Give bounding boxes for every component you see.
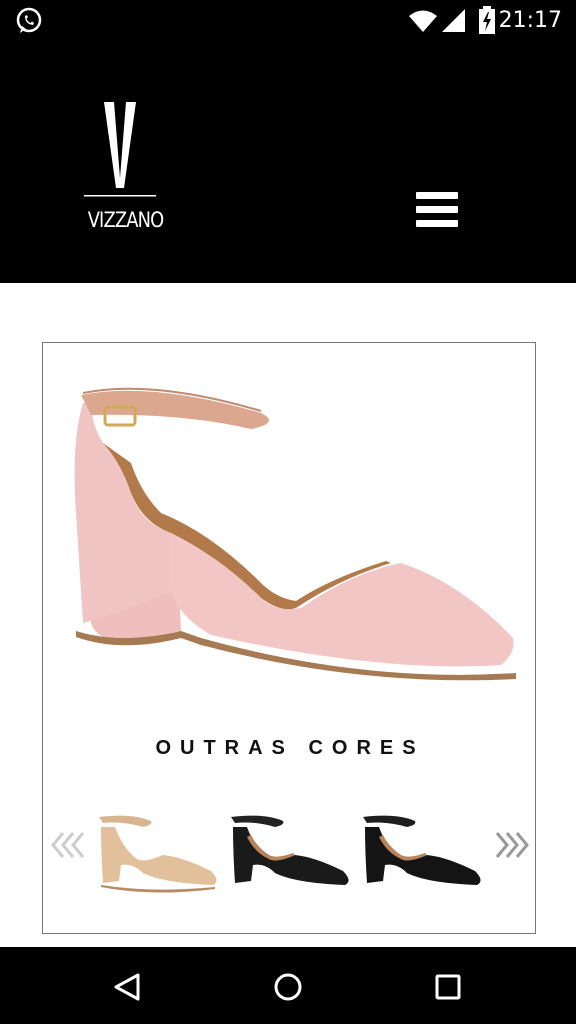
back-triangle-icon[interactable] <box>108 967 148 1007</box>
brand-name: VIZZANO <box>87 208 164 232</box>
color-swatch-black-suede[interactable] <box>357 813 485 899</box>
chevrons-right-icon[interactable] <box>491 825 531 865</box>
battery-charging-icon <box>479 6 495 34</box>
cell-signal-icon <box>442 9 465 32</box>
color-swatch-nude[interactable] <box>93 813 221 899</box>
site-header: VIZZANO <box>0 42 576 283</box>
other-colors-title: OUTRAS CORES <box>155 737 425 759</box>
product-card: OUTRAS CORES <box>42 342 536 934</box>
whatsapp-icon <box>16 7 42 33</box>
android-nav-bar <box>0 947 576 1024</box>
brand-logo[interactable]: VIZZANO <box>82 100 164 232</box>
product-image[interactable] <box>61 383 523 693</box>
color-carousel <box>43 813 537 913</box>
status-time: 21:17 <box>498 8 562 33</box>
status-bar: 21:17 <box>0 0 576 42</box>
wifi-icon <box>409 10 437 32</box>
home-circle-icon[interactable] <box>268 967 308 1007</box>
main-content: OUTRAS CORES <box>0 283 576 947</box>
hamburger-menu-icon[interactable] <box>414 192 460 232</box>
color-swatch-black[interactable] <box>225 813 353 899</box>
chevrons-left-icon[interactable] <box>49 825 89 865</box>
brand-v-mark <box>84 102 156 197</box>
recents-square-icon[interactable] <box>428 967 468 1007</box>
